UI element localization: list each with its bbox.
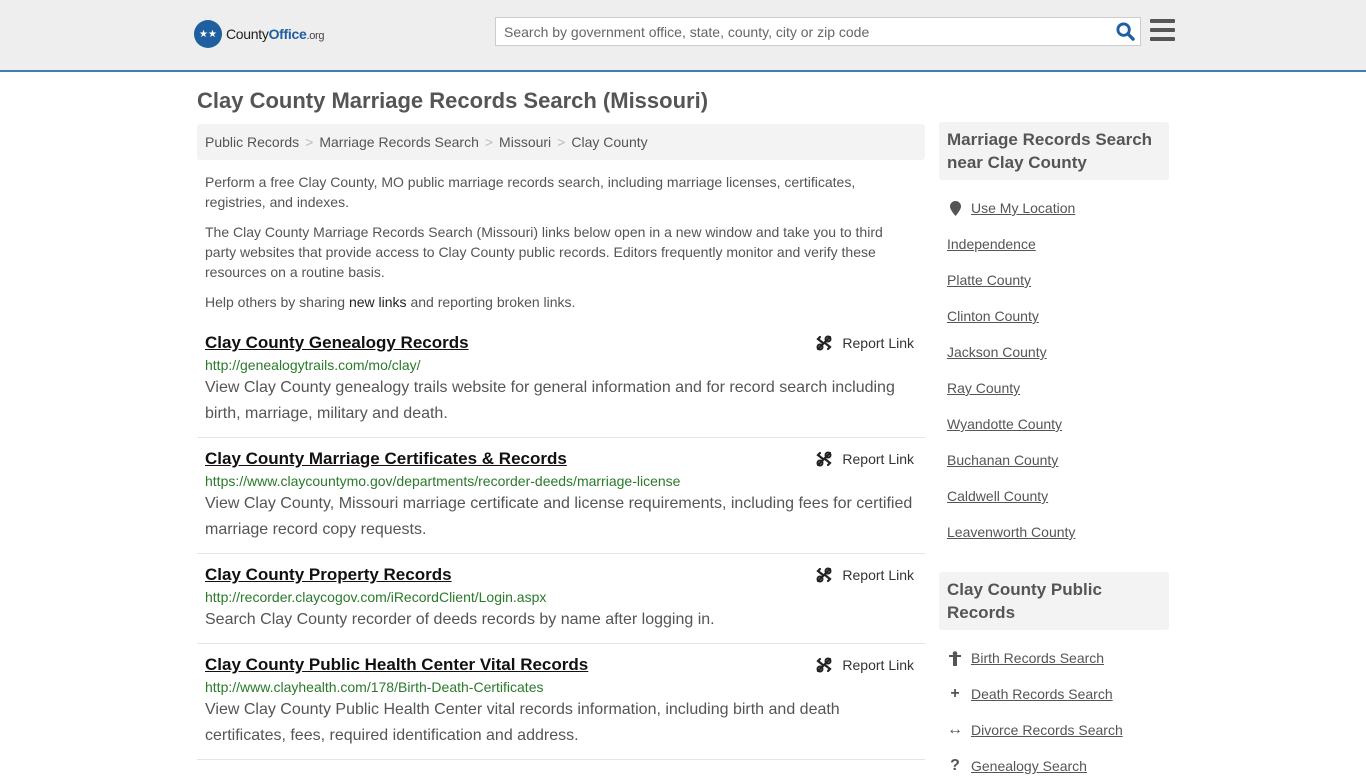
listing-url: http://recorder.claycogov.com/iRecordCli… (205, 589, 547, 605)
public-record-link[interactable]: Birth Records Search (971, 650, 1104, 666)
nearby-sidebar: Marriage Records Search near Clay County… (939, 122, 1169, 550)
site-header: ★★ CountyOffice.org (0, 0, 1366, 72)
breadcrumb-separator: > (305, 134, 314, 150)
nearby-heading: Marriage Records Search near Clay County (939, 122, 1169, 180)
new-links-link[interactable]: new links (349, 294, 407, 310)
intro-paragraph: Help others by sharing new links and rep… (205, 294, 576, 310)
arrows-horizontal-icon: ↔ (947, 721, 963, 738)
public-records-sidebar: Clay County Public Records Birth Records… (939, 572, 1169, 784)
public-records-heading: Clay County Public Records (939, 572, 1169, 630)
listing-description: View Clay County Public Health Center vi… (205, 701, 840, 744)
broken-link-icon (816, 567, 833, 583)
breadcrumb-missouri[interactable]: Missouri (499, 134, 551, 150)
breadcrumb-separator: > (557, 134, 566, 150)
main-content: Public Records > Marriage Records Search >… (197, 124, 925, 760)
listing-description: Search Clay County recorder of deeds rec… (205, 611, 715, 628)
nearby-item: Clinton County (947, 298, 1161, 334)
use-my-location-link[interactable]: Use My Location (971, 200, 1075, 216)
nearby-link[interactable]: Ray County (947, 380, 1020, 396)
nearby-item: Wyandotte County (947, 406, 1161, 442)
cross-icon: + (950, 685, 960, 702)
child-icon (947, 650, 963, 666)
page-title: Clay County Marriage Records Search (Mis… (197, 88, 709, 113)
report-link-label: Report Link (842, 567, 914, 583)
listing-title-link[interactable]: Clay County Genealogy Records (205, 333, 469, 352)
nearby-link[interactable]: Clinton County (947, 308, 1039, 324)
nearby-link[interactable]: Caldwell County (947, 488, 1048, 504)
nearby-link[interactable]: Buchanan County (947, 452, 1058, 468)
breadcrumb-clay-county[interactable]: Clay County (571, 134, 647, 150)
search-button[interactable] (1110, 18, 1140, 45)
broken-link-icon (816, 451, 833, 467)
listing-item: Clay County Genealogy Records http://gen… (197, 322, 925, 438)
search-icon (1115, 22, 1135, 41)
listing-description: View Clay County, Missouri marriage cert… (205, 495, 913, 538)
public-record-item: ↔ Divorce Records Search (947, 712, 1161, 748)
breadcrumb-marriage-records[interactable]: Marriage Records Search (319, 134, 479, 150)
eagle-logo-icon: ★★ (194, 20, 222, 48)
listing-title-link[interactable]: Clay County Property Records (205, 565, 452, 584)
public-record-link[interactable]: Death Records Search (971, 686, 1113, 702)
site-logo[interactable]: ★★ CountyOffice.org (194, 20, 325, 48)
nearby-link[interactable]: Leavenworth County (947, 524, 1075, 540)
listing-url: http://www.clayhealth.com/178/Birth-Deat… (205, 679, 544, 695)
nearby-link[interactable]: Platte County (947, 272, 1031, 288)
report-link-label: Report Link (842, 657, 914, 673)
question-icon: ? (950, 757, 960, 774)
report-link-button[interactable]: Report Link (816, 567, 914, 583)
nearby-link[interactable]: Wyandotte County (947, 416, 1062, 432)
public-record-item: Birth Records Search (947, 640, 1161, 676)
report-link-button[interactable]: Report Link (816, 657, 914, 673)
broken-link-icon (816, 335, 833, 351)
nearby-link[interactable]: Jackson County (947, 344, 1047, 360)
intro-text: Perform a free Clay County, MO public ma… (197, 160, 925, 312)
listing-title-link[interactable]: Clay County Marriage Certificates & Reco… (205, 449, 567, 468)
listing-url: http://genealogytrails.com/mo/clay/ (205, 357, 421, 373)
listing-item: Clay County Public Health Center Vital R… (197, 644, 925, 760)
listing-item: Clay County Marriage Certificates & Reco… (197, 438, 925, 554)
nearby-item: Independence (947, 226, 1161, 262)
nearby-item: Platte County (947, 262, 1161, 298)
public-record-link[interactable]: Genealogy Search (971, 758, 1087, 774)
listing-description: View Clay County genealogy trails websit… (205, 379, 895, 422)
report-link-label: Report Link (842, 451, 914, 467)
listing-url: https://www.claycountymo.gov/departments… (205, 473, 681, 489)
use-my-location[interactable]: Use My Location (947, 190, 1161, 226)
intro-paragraph: The Clay County Marriage Records Search … (205, 224, 883, 280)
report-link-label: Report Link (842, 335, 914, 351)
public-record-link[interactable]: Divorce Records Search (971, 722, 1123, 738)
map-marker-icon (947, 200, 963, 216)
public-record-item: ? Genealogy Search (947, 748, 1161, 784)
intro-paragraph: Perform a free Clay County, MO public ma… (205, 174, 856, 210)
report-link-button[interactable]: Report Link (816, 335, 914, 351)
broken-link-icon (816, 657, 833, 673)
nearby-item: Jackson County (947, 334, 1161, 370)
breadcrumb: Public Records > Marriage Records Search >… (197, 124, 925, 160)
public-record-item: + Death Records Search (947, 676, 1161, 712)
breadcrumb-public-records[interactable]: Public Records (205, 134, 299, 150)
search-input[interactable] (496, 18, 1110, 45)
listing-item: Clay County Property Records http://reco… (197, 554, 925, 644)
logo-text: CountyOffice.org (226, 26, 325, 42)
nearby-link[interactable]: Independence (947, 236, 1036, 252)
breadcrumb-separator: > (484, 134, 494, 150)
hamburger-menu-icon[interactable] (1150, 19, 1175, 41)
report-link-button[interactable]: Report Link (816, 451, 914, 467)
nearby-item: Caldwell County (947, 478, 1161, 514)
search-bar (495, 17, 1141, 46)
listing-title-link[interactable]: Clay County Public Health Center Vital R… (205, 655, 588, 674)
nearby-item: Ray County (947, 370, 1161, 406)
nearby-item: Buchanan County (947, 442, 1161, 478)
nearby-item: Leavenworth County (947, 514, 1161, 550)
